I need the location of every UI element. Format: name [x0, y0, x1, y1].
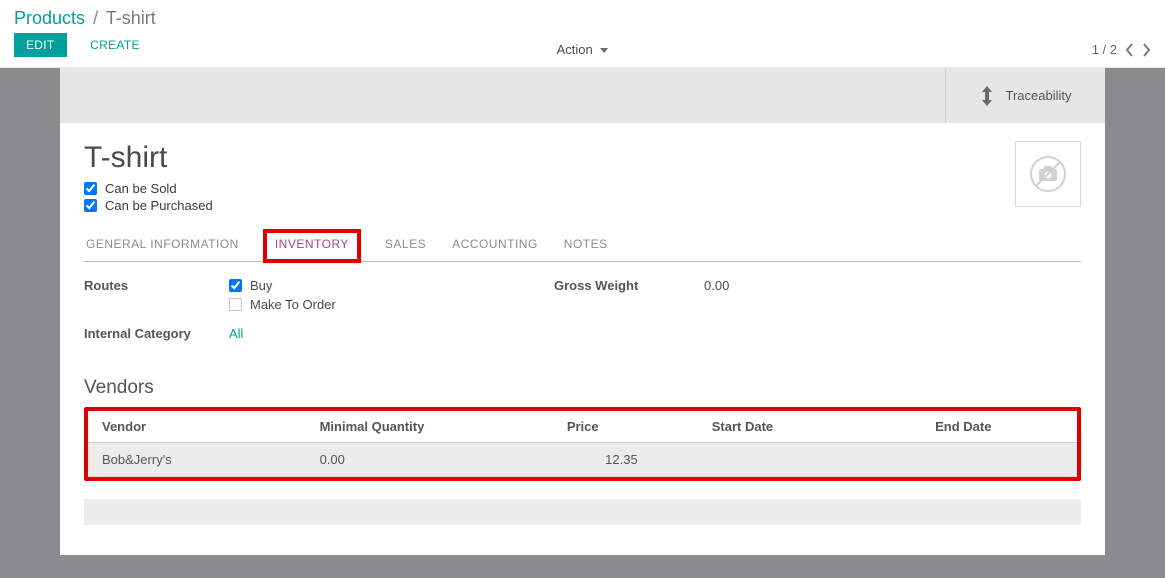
caret-down-icon [600, 48, 608, 53]
pager-text: 1 / 2 [1092, 42, 1117, 57]
route-mto-label: Make To Order [250, 297, 336, 312]
toolbar: EDIT CREATE [14, 33, 150, 57]
action-dropdown[interactable]: Action [557, 42, 609, 57]
cell-end-date [850, 443, 1077, 477]
product-title: T-shirt [84, 141, 213, 175]
gross-weight-value: 0.00 [704, 278, 729, 293]
breadcrumb-root[interactable]: Products [14, 8, 85, 28]
col-price[interactable]: Price [553, 411, 652, 443]
col-start-date[interactable]: Start Date [652, 411, 850, 443]
chevron-right-icon [1142, 43, 1151, 57]
routes-label: Routes [84, 278, 229, 316]
tabs: GENERAL INFORMATION INVENTORY SALES ACCO… [84, 229, 1081, 262]
table-row[interactable]: Bob&Jerry's 0.00 12.35 [88, 443, 1077, 477]
chevron-left-icon [1125, 43, 1134, 57]
route-buy-label: Buy [250, 278, 272, 293]
route-mto-input[interactable] [229, 298, 242, 311]
cell-start-date [652, 443, 850, 477]
tab-inventory[interactable]: INVENTORY [275, 237, 349, 251]
edit-button[interactable]: EDIT [14, 33, 67, 57]
breadcrumb-sep: / [93, 8, 98, 28]
pager-next-button[interactable] [1142, 43, 1151, 57]
updown-arrow-icon [980, 85, 994, 107]
form-card: Traceability T-shirt Can be Sold Can be … [60, 68, 1105, 555]
topbar: Products / T-shirt EDIT CREATE Action 1 … [0, 0, 1165, 68]
traceability-label: Traceability [1006, 88, 1072, 103]
can-be-purchased-label: Can be Purchased [105, 198, 213, 213]
cell-vendor: Bob&Jerry's [88, 443, 306, 477]
route-buy-checkbox[interactable]: Buy [229, 278, 336, 293]
product-image-placeholder[interactable] [1015, 141, 1081, 207]
vendors-section-title: Vendors [84, 377, 1081, 399]
can-be-sold-input[interactable] [84, 182, 97, 195]
cell-price: 12.35 [553, 443, 652, 477]
vendors-table: Vendor Minimal Quantity Price Start Date… [88, 411, 1077, 477]
breadcrumb-current: T-shirt [106, 8, 156, 28]
tab-notes[interactable]: NOTES [562, 229, 610, 261]
create-button[interactable]: CREATE [80, 33, 150, 57]
breadcrumb: Products / T-shirt [14, 8, 156, 29]
card-statusbar: Traceability [60, 68, 1105, 123]
col-min-qty[interactable]: Minimal Quantity [306, 411, 553, 443]
tab-general-information[interactable]: GENERAL INFORMATION [84, 229, 241, 261]
col-end-date[interactable]: End Date [850, 411, 1077, 443]
pager-prev-button[interactable] [1125, 43, 1134, 57]
pager: 1 / 2 [1092, 42, 1151, 57]
col-vendor[interactable]: Vendor [88, 411, 306, 443]
footer-bar [84, 499, 1081, 525]
tab-accounting[interactable]: ACCOUNTING [450, 229, 540, 261]
action-label: Action [557, 42, 593, 57]
camera-off-icon [1028, 154, 1068, 194]
tab-sales[interactable]: SALES [383, 229, 428, 261]
route-buy-input[interactable] [229, 279, 242, 292]
traceability-button[interactable]: Traceability [945, 68, 1105, 123]
gross-weight-label: Gross Weight [554, 278, 704, 293]
page-background: Traceability T-shirt Can be Sold Can be … [0, 68, 1165, 578]
internal-category-label: Internal Category [84, 326, 229, 341]
vendors-highlight: Vendor Minimal Quantity Price Start Date… [84, 407, 1081, 481]
tab-inventory-highlight: INVENTORY [263, 229, 361, 263]
internal-category-value[interactable]: All [229, 326, 243, 341]
can-be-sold-label: Can be Sold [105, 181, 177, 196]
can-be-purchased-input[interactable] [84, 199, 97, 212]
can-be-purchased-checkbox[interactable]: Can be Purchased [84, 198, 213, 213]
cell-min-qty: 0.00 [306, 443, 553, 477]
route-mto-checkbox[interactable]: Make To Order [229, 297, 336, 312]
inventory-form: Routes Buy Make To Order [84, 278, 1081, 349]
can-be-sold-checkbox[interactable]: Can be Sold [84, 181, 213, 196]
